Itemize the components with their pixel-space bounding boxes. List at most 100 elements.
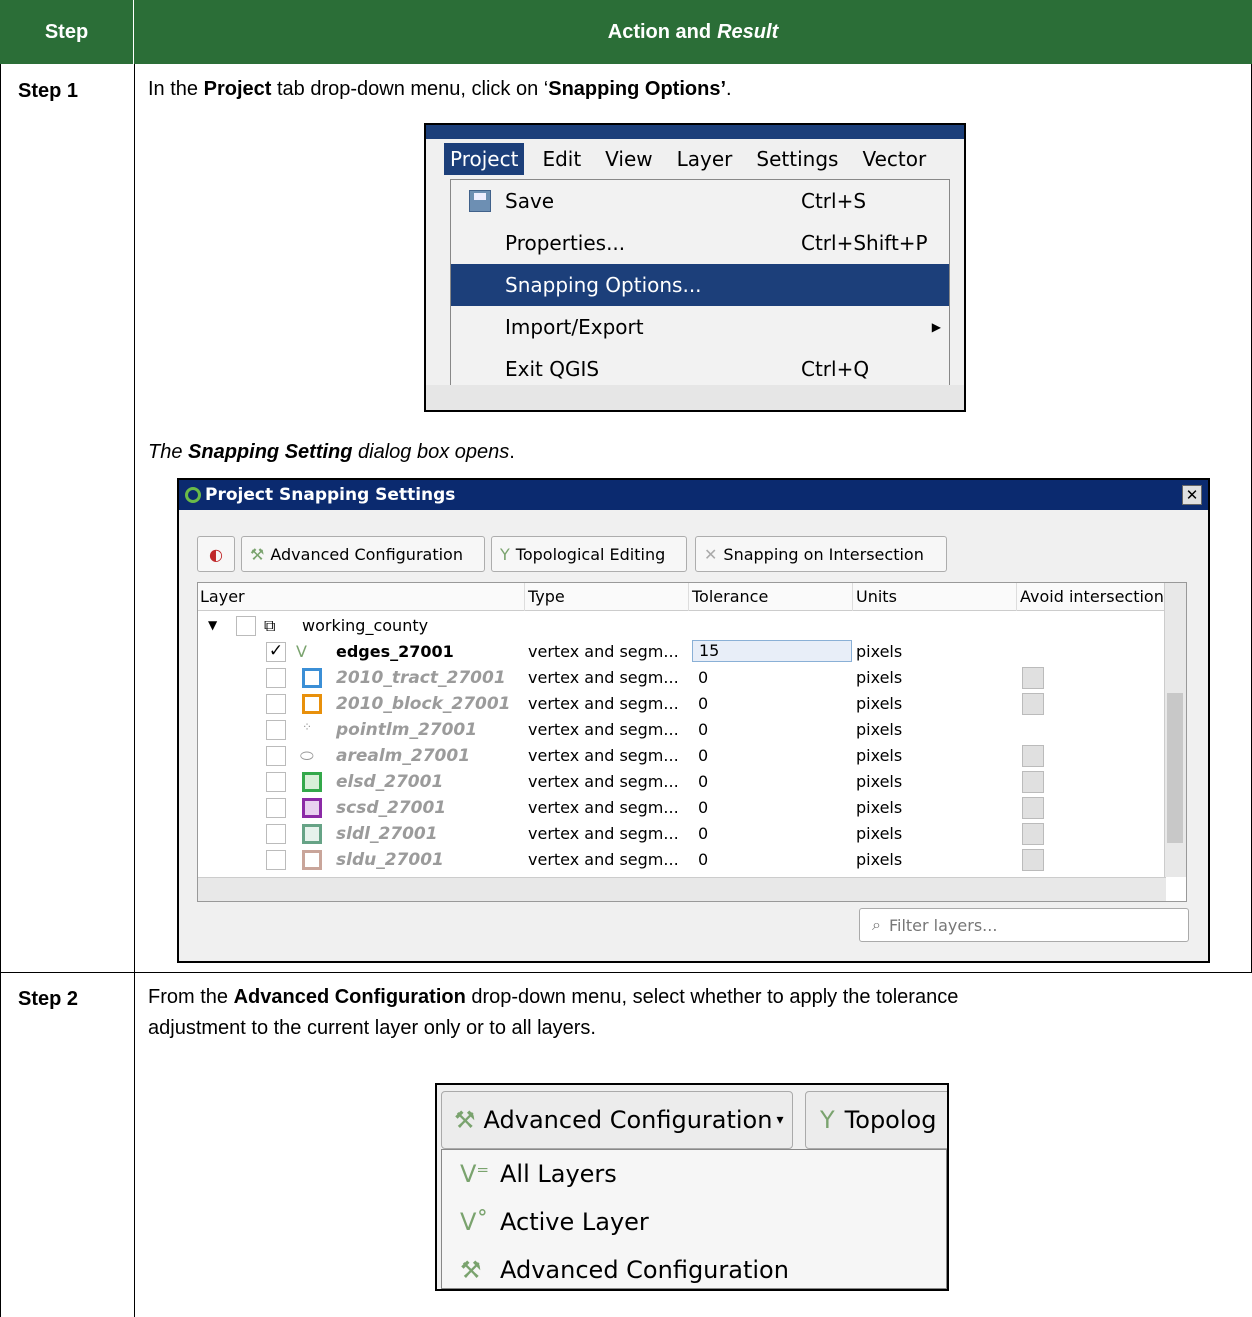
- group-name: working_county: [302, 616, 429, 635]
- search-icon: ⌕: [872, 915, 881, 934]
- table-column-divider: [134, 64, 135, 1317]
- intersection-icon: ✕: [704, 544, 718, 564]
- topological-icon: Y: [820, 1106, 835, 1134]
- advanced-configuration-button[interactable]: ⚒ Advanced Configuration ▾: [441, 1091, 793, 1149]
- col-avoid-intersection: Avoid intersection: [1020, 587, 1164, 606]
- avoid-intersection-checkbox[interactable]: [1022, 693, 1044, 715]
- avoid-intersection-checkbox[interactable]: [1022, 745, 1044, 767]
- layer-checkbox[interactable]: [266, 824, 286, 844]
- advanced-config-icon: ⚒: [460, 1256, 482, 1284]
- group-layer-icon: ⧉: [264, 616, 276, 635]
- dialog-title: Project Snapping Settings: [205, 485, 456, 505]
- step2-label: Step 2: [18, 988, 79, 1010]
- dropdown-arrow-icon: ▾: [776, 1112, 784, 1128]
- avoid-intersection-checkbox[interactable]: [1022, 771, 1044, 793]
- point-layer-icon: ⁘: [302, 720, 313, 734]
- snapping-intersection-button[interactable]: ✕ Snapping on Intersection: [695, 536, 947, 572]
- menu-edit[interactable]: Edit: [542, 147, 581, 171]
- table-row: elsd_27001 vertex and segm... 0 pixels: [198, 769, 1166, 795]
- magnet-icon: ◐: [209, 544, 223, 564]
- avoid-intersection-checkbox[interactable]: [1022, 797, 1044, 819]
- polygon-layer-icon: [302, 668, 322, 688]
- menu-vector[interactable]: Vector: [862, 147, 926, 171]
- line-layer-icon: V: [296, 642, 307, 661]
- horizontal-scrollbar[interactable]: [198, 877, 1166, 901]
- table-row: scsd_27001 vertex and segm... 0 pixels: [198, 795, 1166, 821]
- table-header-row: Layer Type Tolerance Units Avoid interse…: [198, 583, 1166, 611]
- layer-checkbox[interactable]: [266, 772, 286, 792]
- layer-checkbox[interactable]: [266, 798, 286, 818]
- step1-label: Step 1: [18, 80, 79, 102]
- col-tolerance: Tolerance: [692, 587, 769, 606]
- topological-editing-button[interactable]: Y Topolog: [805, 1091, 947, 1149]
- save-icon: [469, 190, 491, 212]
- project-menu-screenshot: Project Edit View Layer Settings Vector …: [424, 123, 966, 412]
- table-row: 2010_tract_27001 vertex and segm... 0 pi…: [198, 665, 1166, 691]
- active-layer-icon: V˚: [460, 1208, 489, 1236]
- menu-item-snapping-options[interactable]: Snapping Options...: [451, 264, 949, 306]
- menu-item-save[interactable]: Save Ctrl+S: [451, 180, 949, 222]
- col-type: Type: [528, 587, 565, 606]
- group-row: ▼ ⧉ working_county: [198, 613, 1166, 639]
- scroll-thumb[interactable]: [1167, 693, 1183, 843]
- submenu-arrow-icon: ▶: [931, 320, 941, 334]
- topological-icon: Y: [500, 544, 510, 564]
- layer-checkbox-checked[interactable]: ✓: [266, 642, 286, 662]
- menu-item-properties[interactable]: Properties... Ctrl+Shift+P: [451, 222, 949, 264]
- layer-checkbox[interactable]: [266, 720, 286, 740]
- advanced-configuration-button[interactable]: ⚒ Advanced Configuration: [241, 536, 485, 572]
- menu-layer[interactable]: Layer: [677, 147, 733, 171]
- header-action: Action and Result: [607, 20, 779, 43]
- menu-view[interactable]: View: [605, 147, 652, 171]
- table-row: sldl_27001 vertex and segm... 0 pixels: [198, 821, 1166, 847]
- advanced-config-screenshot: ⚒ Advanced Configuration ▾ Y Topolog V⁼ …: [435, 1083, 949, 1291]
- avoid-intersection-checkbox[interactable]: [1022, 849, 1044, 871]
- polygon-layer-icon: [302, 824, 322, 844]
- header-step: Step: [0, 0, 134, 64]
- area-layer-icon: ⬭: [300, 746, 314, 765]
- table-row: sldu_27001 vertex and segm... 0 pixels: [198, 847, 1166, 875]
- table-row: ✓ V edges_27001 vertex and segm... 15 pi…: [198, 639, 1166, 665]
- option-advanced-configuration[interactable]: ⚒ Advanced Configuration: [442, 1246, 946, 1289]
- vertical-scrollbar[interactable]: [1164, 583, 1186, 877]
- all-layers-icon: V⁼: [460, 1160, 490, 1188]
- menu-settings[interactable]: Settings: [756, 147, 838, 171]
- tolerance-input[interactable]: 15: [692, 640, 852, 662]
- polygon-layer-icon: [302, 772, 322, 792]
- enable-snapping-button[interactable]: ◐: [197, 536, 235, 572]
- table-row: ⁘ pointlm_27001 vertex and segm... 0 pix…: [198, 717, 1166, 743]
- toolbar-strip: [426, 385, 964, 410]
- avoid-intersection-checkbox[interactable]: [1022, 823, 1044, 845]
- step1-result: The Snapping Setting dialog box opens.: [148, 441, 515, 463]
- close-icon[interactable]: ✕: [1182, 485, 1202, 505]
- advanced-config-dropdown: V⁼ All Layers V˚ Active Layer ⚒ Advanced…: [441, 1149, 947, 1289]
- qgis-logo-icon: [185, 487, 201, 503]
- polygon-layer-icon: [302, 694, 322, 714]
- snapping-settings-dialog: Project Snapping Settings ✕ ◐ ⚒ Advanced…: [177, 478, 1210, 963]
- topological-editing-button[interactable]: Y Topological Editing: [491, 536, 687, 572]
- expand-icon[interactable]: ▼: [208, 618, 217, 632]
- option-active-layer[interactable]: V˚ Active Layer: [442, 1198, 946, 1246]
- layer-checkbox[interactable]: [266, 694, 286, 714]
- project-dropdown: Save Ctrl+S Properties... Ctrl+Shift+P S…: [450, 179, 950, 389]
- filter-layers-input[interactable]: ⌕ Filter layers...: [859, 908, 1189, 942]
- polygon-layer-icon: [302, 798, 322, 818]
- step1-instruction: In the Project tab drop-down menu, click…: [148, 78, 732, 100]
- polygon-layer-icon: [302, 850, 322, 870]
- row-divider: [0, 972, 1252, 973]
- menu-item-exit[interactable]: Exit QGIS Ctrl+Q: [451, 348, 949, 390]
- menu-bar: Project Edit View Layer Settings Vector: [426, 139, 964, 179]
- avoid-intersection-checkbox[interactable]: [1022, 667, 1044, 689]
- menu-project[interactable]: Project: [444, 143, 525, 175]
- table-row: ⬭ arealm_27001 vertex and segm... 0 pixe…: [198, 743, 1166, 769]
- col-layer: Layer: [200, 587, 245, 606]
- layer-checkbox[interactable]: [266, 668, 286, 688]
- group-checkbox[interactable]: [236, 616, 256, 636]
- option-all-layers[interactable]: V⁼ All Layers: [442, 1150, 946, 1198]
- table-header: Step Action and Result: [0, 0, 1252, 64]
- layer-checkbox[interactable]: [266, 850, 286, 870]
- menu-item-import-export[interactable]: Import/Export ▶: [451, 306, 949, 348]
- dialog-titlebar: Project Snapping Settings ✕: [179, 480, 1208, 510]
- table-row: 2010_block_27001 vertex and segm... 0 pi…: [198, 691, 1166, 717]
- layer-checkbox[interactable]: [266, 746, 286, 766]
